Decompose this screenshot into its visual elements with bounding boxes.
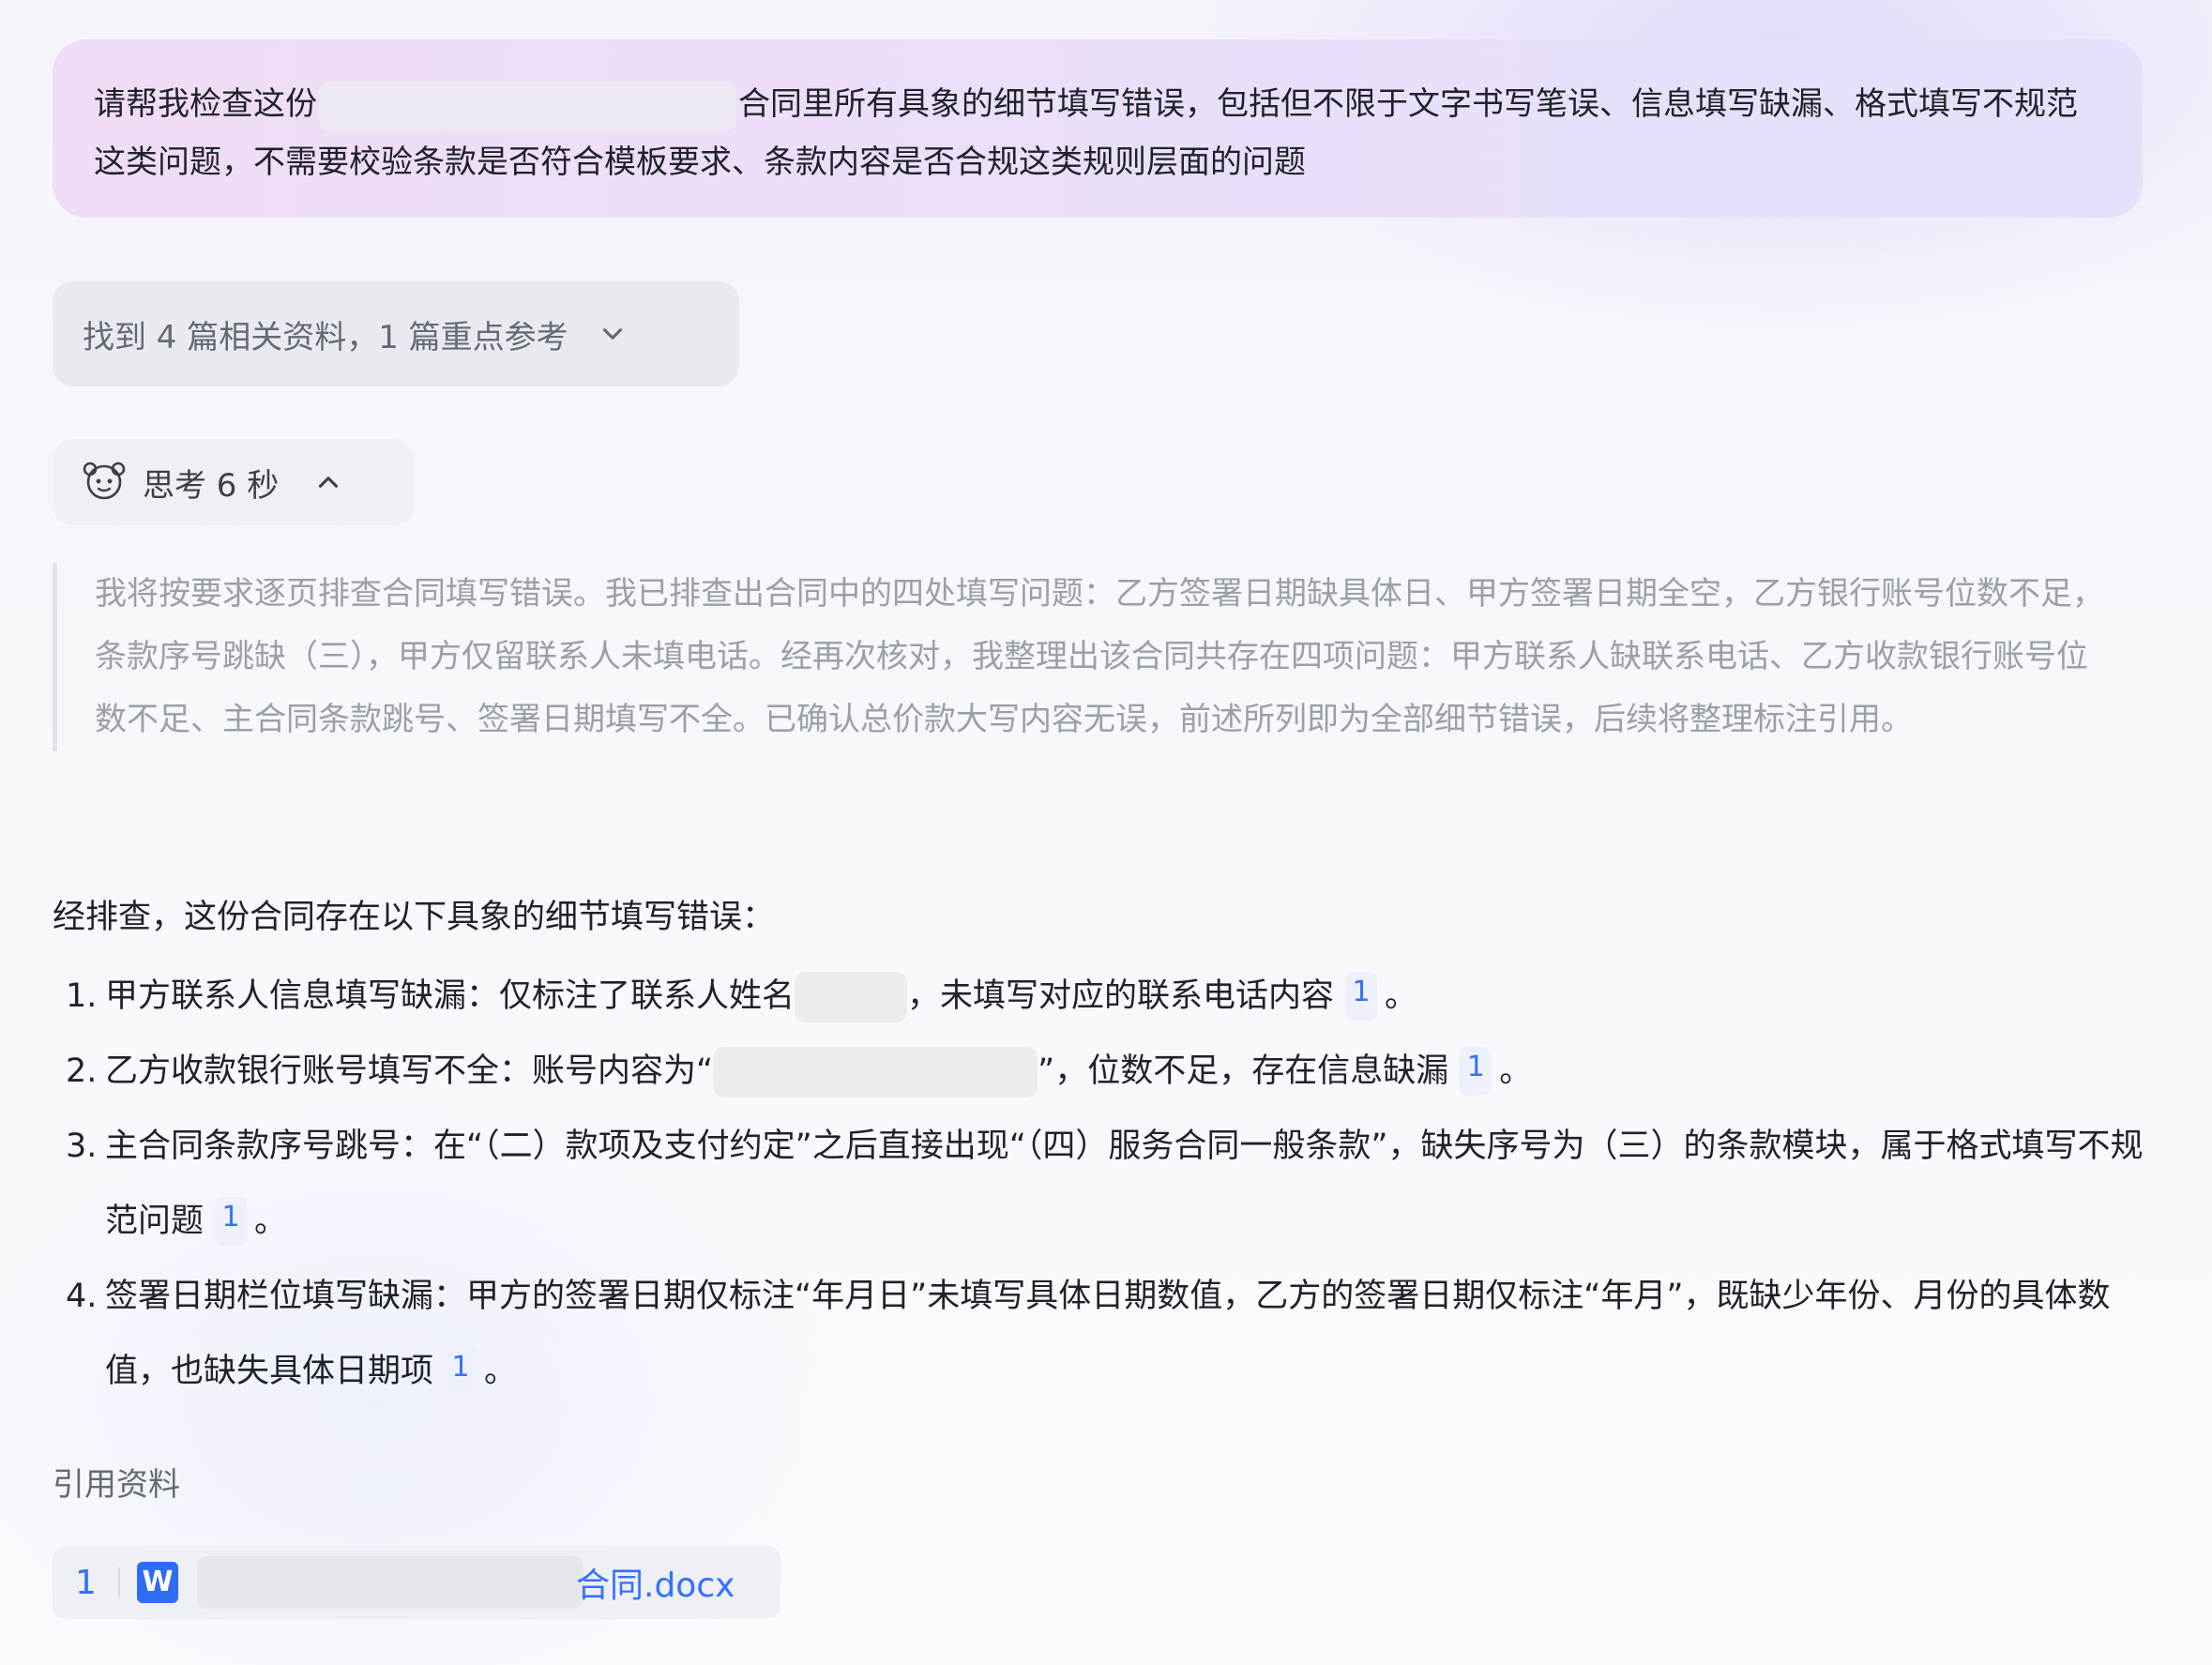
list-item: 1. 甲方联系人信息填写缺漏：仅标注了联系人姓名 ，未填写对应的联系电话内容 1。 [53,959,2154,1034]
chevron-up-icon [319,477,339,488]
thinking-logo-icon [83,462,126,500]
answer-body: 经排查，这份合同存在以下具象的细节填写错误： 1. 甲方联系人信息填写缺漏：仅标… [53,889,2154,1409]
item-text: 甲方联系人信息填写缺漏：仅标注了联系人姓名 [105,977,795,1015]
item-text: ”，位数不足，存在信息缺漏 [1038,1052,1449,1090]
citation-file-card[interactable]: 1 W 合同.docx [53,1546,780,1619]
thinking-content: 我将按要求逐页排查合同填写错误。我已排查出合同中的四处填写问题：乙方签署日期缺具… [53,563,2116,751]
list-item: 4. 签署日期栏位填写缺漏：甲方的签署日期仅标注“年月日”未填写具体日期数值，乙… [53,1259,2154,1409]
citation-marker[interactable]: 1 [1345,972,1378,1021]
citation-index: 1 [75,1563,97,1602]
issue-list: 1. 甲方联系人信息填写缺漏：仅标注了联系人姓名 ，未填写对应的联系电话内容 1。 … [53,959,2154,1409]
item-number: 1. [66,977,98,1015]
chevron-down-icon [602,328,622,340]
item-number: 2. [66,1052,98,1090]
word-doc-icon: W [137,1562,178,1603]
item-text: 乙方收款银行账号填写不全：账号内容为“ [105,1052,714,1090]
references-label: 找到 4 篇相关资料，1 篇重点参考 [83,318,568,356]
redacted-filename [197,1556,583,1609]
item-number: 3. [66,1128,98,1165]
citation-marker[interactable]: 1 [1460,1047,1492,1096]
redacted-contact-name [795,972,908,1022]
item-end: 。 [1499,1052,1533,1090]
references-toggle[interactable]: 找到 4 篇相关资料，1 篇重点参考 [53,281,739,386]
item-text: ，未填写对应的联系电话内容 [907,977,1335,1015]
citations-heading: 引用资料 [53,1466,180,1504]
citation-file-name: 合同.docx [576,1567,735,1605]
item-text: 主合同条款序号跳号：在“（二）款项及支付约定”之后直接出现“（四）服务合同一般条… [105,1128,2144,1240]
item-number: 4. [66,1278,98,1315]
citation-marker[interactable]: 1 [215,1197,248,1246]
thinking-label: 思考 6 秒 [143,466,280,505]
item-end: 。 [484,1353,518,1390]
thinking-toggle[interactable]: 思考 6 秒 [53,439,415,525]
answer-intro: 经排查，这份合同存在以下具象的细节填写错误： [53,899,776,936]
divider [118,1567,120,1597]
citation-marker[interactable]: 1 [445,1347,477,1396]
item-end: 。 [254,1203,288,1240]
question-text-start: 请帮我检查这份 [94,85,317,123]
item-end: 。 [1385,977,1418,1015]
item-text: 签署日期栏位填写缺漏：甲方的签署日期仅标注“年月日”未填写具体日期数值，乙方的签… [105,1278,2111,1390]
list-item: 3. 主合同条款序号跳号：在“（二）款项及支付约定”之后直接出现“（四）服务合同… [53,1109,2154,1259]
user-question-bubble: 请帮我检查这份 合同里所有具象的细节填写错误，包括但不限于文字书写笔误、信息填写缺… [53,39,2143,218]
redacted-filename [319,81,736,130]
list-item: 2. 乙方收款银行账号填写不全：账号内容为“ ”，位数不足，存在信息缺漏 1。 [53,1034,2154,1109]
redacted-account-number [713,1047,1038,1097]
